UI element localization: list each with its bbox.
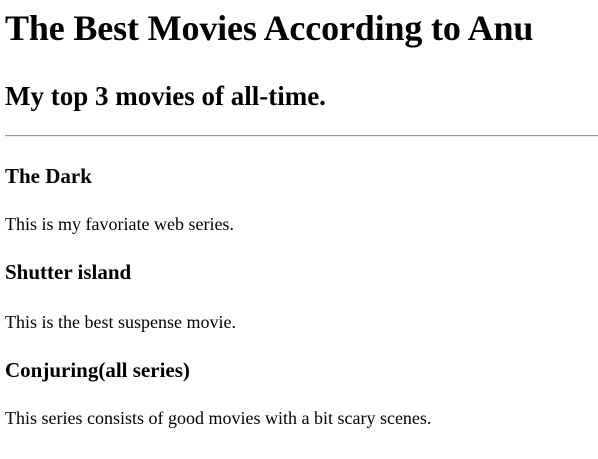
movie-description-3: This series consists of good movies with… <box>5 408 432 428</box>
page-title: The Best Movies According to Anu <box>5 8 534 48</box>
horizontal-divider <box>5 135 598 137</box>
movie-title-3: Conjuring(all series) <box>5 358 190 382</box>
page-subtitle: My top 3 movies of all-time. <box>5 81 326 111</box>
movie-title-1: The Dark <box>5 164 92 188</box>
movie-title-2: Shutter island <box>5 260 132 284</box>
movie-description-2: This is the best suspense movie. <box>5 312 236 332</box>
movie-description-1: This is my favoriate web series. <box>5 214 234 234</box>
